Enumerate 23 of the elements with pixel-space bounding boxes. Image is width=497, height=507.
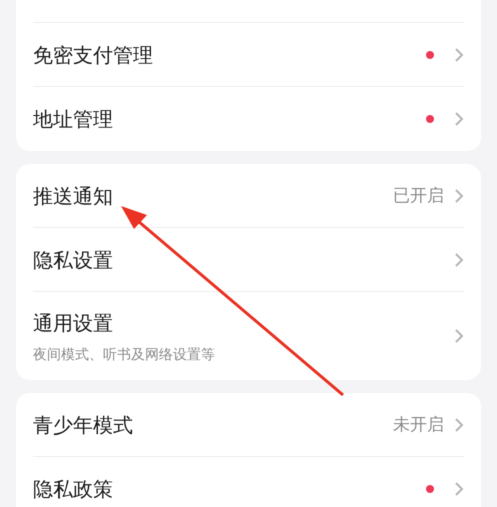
- row-description: 夜间模式、听书及网络设置等: [33, 346, 216, 364]
- row-label: 地址管理: [33, 106, 114, 132]
- settings-row[interactable]: 通用设置 夜间模式、听书及网络设置等: [16, 292, 481, 380]
- chevron-icon: [454, 188, 464, 204]
- chevron-icon: [454, 481, 464, 497]
- chevron-icon: [454, 416, 464, 432]
- row-label: 青少年模式: [33, 412, 134, 438]
- chevron-icon: [454, 328, 464, 344]
- settings-row[interactable]: 隐私政策: [16, 457, 481, 507]
- row-label: 推送通知: [33, 182, 114, 208]
- settings-row[interactable]: 地址管理: [16, 87, 481, 151]
- chevron-icon: [454, 252, 464, 268]
- settings-row[interactable]: 隐私设置: [16, 228, 481, 292]
- chevron-icon: [454, 46, 464, 62]
- chevron-icon: [454, 111, 464, 127]
- settings-row[interactable]: 青少年模式 未开启: [16, 393, 481, 457]
- settings-row[interactable]: 免密支付管理: [16, 23, 481, 87]
- row-label: 隐私设置: [33, 246, 114, 272]
- status-text: 未开启: [393, 414, 444, 436]
- row-label: 通用设置: [33, 310, 114, 336]
- row-label: 免密支付管理: [33, 42, 154, 68]
- row-label: 隐私政策: [33, 476, 114, 502]
- status-text: 已开启: [393, 185, 444, 207]
